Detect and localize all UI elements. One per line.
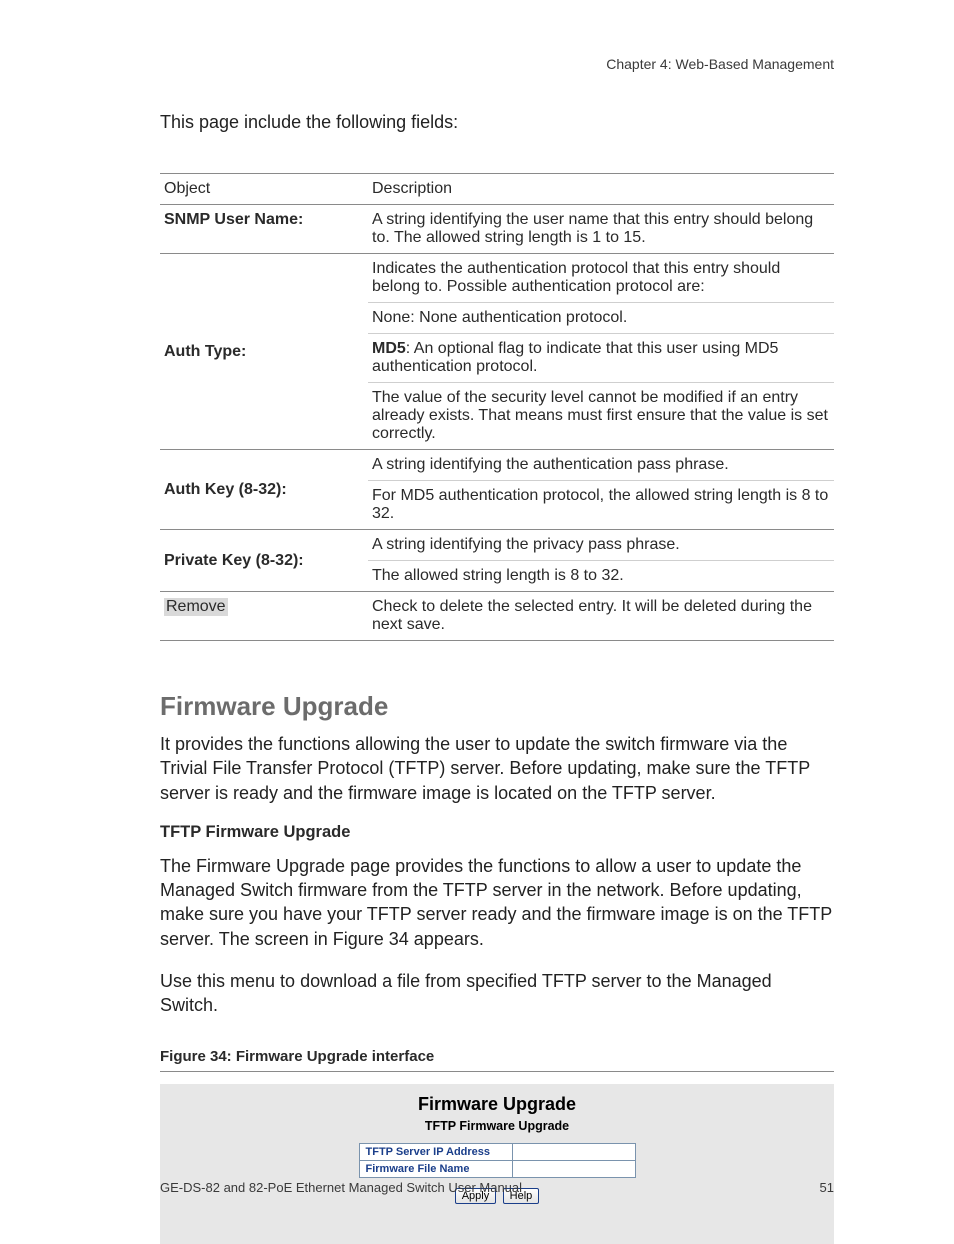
panel-subtitle: TFTP Firmware Upgrade bbox=[425, 1119, 569, 1133]
row-auth-type-object: Auth Type: bbox=[160, 254, 368, 450]
footer-page-number: 51 bbox=[820, 1180, 834, 1195]
tftp-ip-input[interactable] bbox=[512, 1143, 635, 1160]
figure-caption: Figure 34: Firmware Upgrade interface bbox=[160, 1048, 834, 1065]
chapter-header: Chapter 4: Web-Based Management bbox=[160, 56, 834, 72]
section-para-2: The Firmware Upgrade page provides the f… bbox=[160, 854, 834, 951]
panel-title: Firmware Upgrade bbox=[418, 1094, 576, 1115]
intro-text: This page include the following fields: bbox=[160, 112, 834, 133]
row-private-key-desc-1: The allowed string length is 8 to 32. bbox=[368, 561, 834, 592]
col-header-description: Description bbox=[368, 174, 834, 205]
col-header-object: Object bbox=[160, 174, 368, 205]
row-auth-key-desc-0: A string identifying the authentication … bbox=[368, 450, 834, 481]
footer-left: GE-DS-82 and 82-PoE Ethernet Managed Swi… bbox=[160, 1180, 522, 1195]
tftp-form: TFTP Server IP Address Firmware File Nam… bbox=[359, 1143, 636, 1178]
fields-table: Object Description SNMP User Name: A str… bbox=[160, 173, 834, 641]
row-auth-type-desc-1: None: None authentication protocol. bbox=[368, 303, 834, 334]
row-snmp-user-desc: A string identifying the user name that … bbox=[368, 205, 834, 254]
figure-rule bbox=[160, 1071, 834, 1072]
figure-34-panel: Firmware Upgrade TFTP Firmware Upgrade T… bbox=[160, 1084, 834, 1244]
row-remove-desc: Check to delete the selected entry. It w… bbox=[368, 592, 834, 641]
row-private-key-desc-0: A string identifying the privacy pass ph… bbox=[368, 530, 834, 561]
section-subheading: TFTP Firmware Upgrade bbox=[160, 823, 834, 842]
row-auth-type-desc-3: The value of the security level cannot b… bbox=[368, 383, 834, 450]
row-private-key-object: Private Key (8-32): bbox=[160, 530, 368, 592]
row-auth-type-desc-2: MD5: An optional flag to indicate that t… bbox=[368, 334, 834, 383]
firmware-file-label: Firmware File Name bbox=[359, 1160, 512, 1177]
row-auth-key-object: Auth Key (8-32): bbox=[160, 450, 368, 530]
row-remove-object: Remove bbox=[160, 592, 368, 641]
tftp-ip-label: TFTP Server IP Address bbox=[359, 1143, 512, 1160]
row-snmp-user-object: SNMP User Name: bbox=[160, 205, 368, 254]
firmware-file-input[interactable] bbox=[512, 1160, 635, 1177]
row-auth-type-desc-0: Indicates the authentication protocol th… bbox=[368, 254, 834, 303]
section-para-1: It provides the functions allowing the u… bbox=[160, 732, 834, 805]
section-para-3: Use this menu to download a file from sp… bbox=[160, 969, 834, 1018]
section-title: Firmware Upgrade bbox=[160, 691, 834, 722]
row-auth-key-desc-1: For MD5 authentication protocol, the all… bbox=[368, 481, 834, 530]
